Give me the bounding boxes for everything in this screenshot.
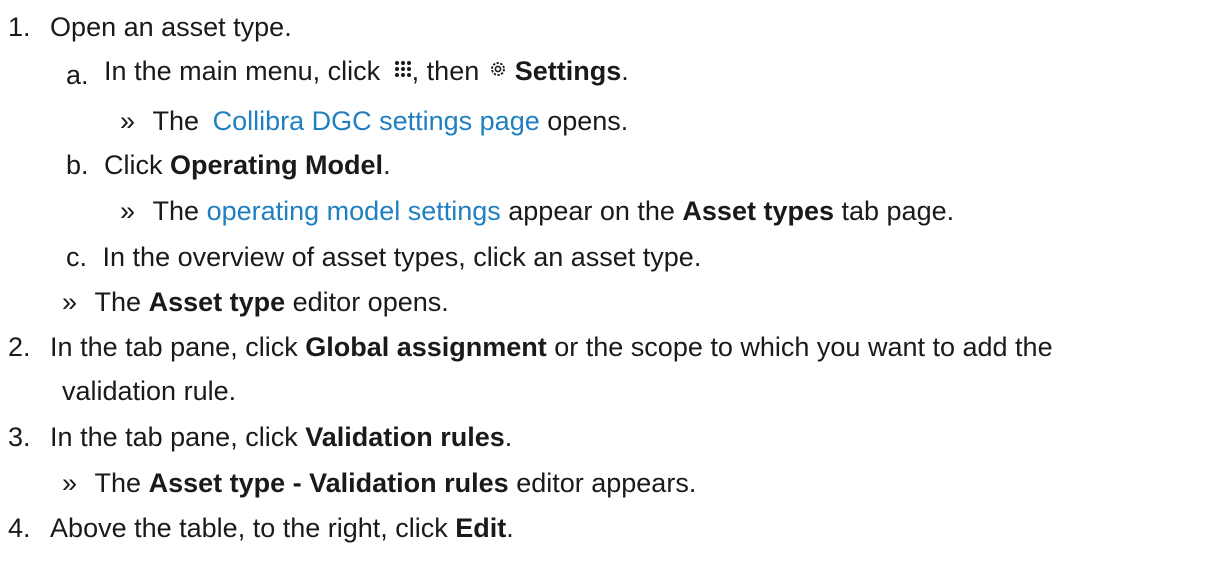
step-4: 4. Above the table, to the right, click … — [8, 511, 514, 545]
step-2-continuation: validation rule. — [62, 374, 236, 408]
substep-text-part1: In the main menu, click — [104, 56, 388, 86]
substep-text-part2: . — [383, 150, 391, 180]
result-text-part1: The — [94, 287, 149, 317]
apps-grid-icon — [394, 52, 412, 86]
result-arrow: » — [62, 468, 78, 498]
result-text-part1: The — [152, 196, 207, 226]
result-arrow: » — [62, 287, 78, 317]
step-1: 1. Open an asset type. — [8, 10, 292, 44]
substep-text-part2: , then — [411, 56, 487, 86]
result-text-part2: editor opens. — [285, 287, 449, 317]
result-text-part2: appear on the — [500, 196, 683, 226]
step-1-result: » The Asset type editor opens. — [62, 285, 449, 319]
substep-1b-result: » The operating model settings appear on… — [120, 194, 954, 228]
substep-1a-result: » The Collibra DGC settings page opens. — [120, 104, 628, 138]
step-text-part2: or the scope to which you want to add th… — [546, 332, 1053, 362]
result-arrow: » — [120, 106, 136, 136]
step-2: 2. In the tab pane, click Global assignm… — [8, 330, 1053, 364]
substep-1a: a. In the main menu, click , then Settin… — [66, 56, 629, 94]
step-number: 4. — [8, 513, 31, 543]
step-number: 2. — [8, 332, 31, 362]
operating-model-label: Operating Model — [170, 150, 384, 180]
step-text-part2: . — [504, 422, 513, 452]
result-text-part2: opens. — [539, 106, 629, 136]
result-text-part2: editor appears. — [508, 468, 697, 498]
result-text-part1: The — [152, 106, 207, 136]
step-text-part2: . — [506, 513, 514, 543]
substep-letter: c. — [66, 242, 88, 272]
step-number: 1. — [8, 12, 31, 42]
substep-1c: c. In the overview of asset types, click… — [66, 240, 701, 274]
result-text-part1: The — [94, 468, 149, 498]
result-text-part3: tab page. — [834, 196, 955, 226]
substep-text-part1: Click — [104, 150, 171, 180]
step-text-part1: In the tab pane, click — [50, 332, 306, 362]
edit-label: Edit — [455, 513, 507, 543]
substep-text-part3: . — [621, 56, 629, 86]
operating-model-settings-link[interactable]: operating model settings — [207, 196, 501, 226]
step-text-part1: In the tab pane, click — [50, 422, 306, 452]
substep-letter: b. — [66, 150, 89, 180]
asset-types-label: Asset types — [682, 196, 834, 226]
substep-text: In the overview of asset types, click an… — [102, 242, 702, 272]
substep-1b: b. Click Operating Model. — [66, 148, 391, 182]
step-3: 3. In the tab pane, click Validation rul… — [8, 420, 512, 454]
result-arrow: » — [120, 196, 136, 226]
step-text-line2: validation rule. — [62, 376, 237, 406]
settings-label: Settings — [514, 56, 622, 86]
collibra-settings-link[interactable]: Collibra DGC settings page — [213, 106, 540, 136]
validation-rules-label: Validation rules — [305, 422, 505, 452]
step-number: 3. — [8, 422, 31, 452]
gear-icon — [489, 52, 507, 86]
global-assignment-label: Global assignment — [305, 332, 547, 362]
asset-type-validation-rules-label: Asset type - Validation rules — [148, 468, 509, 498]
step-text-part1: Above the table, to the right, click — [50, 513, 456, 543]
asset-type-label: Asset type — [148, 287, 286, 317]
step-text: Open an asset type. — [50, 12, 292, 42]
substep-letter: a. — [66, 60, 89, 90]
step-3-result: » The Asset type - Validation rules edit… — [62, 466, 696, 500]
